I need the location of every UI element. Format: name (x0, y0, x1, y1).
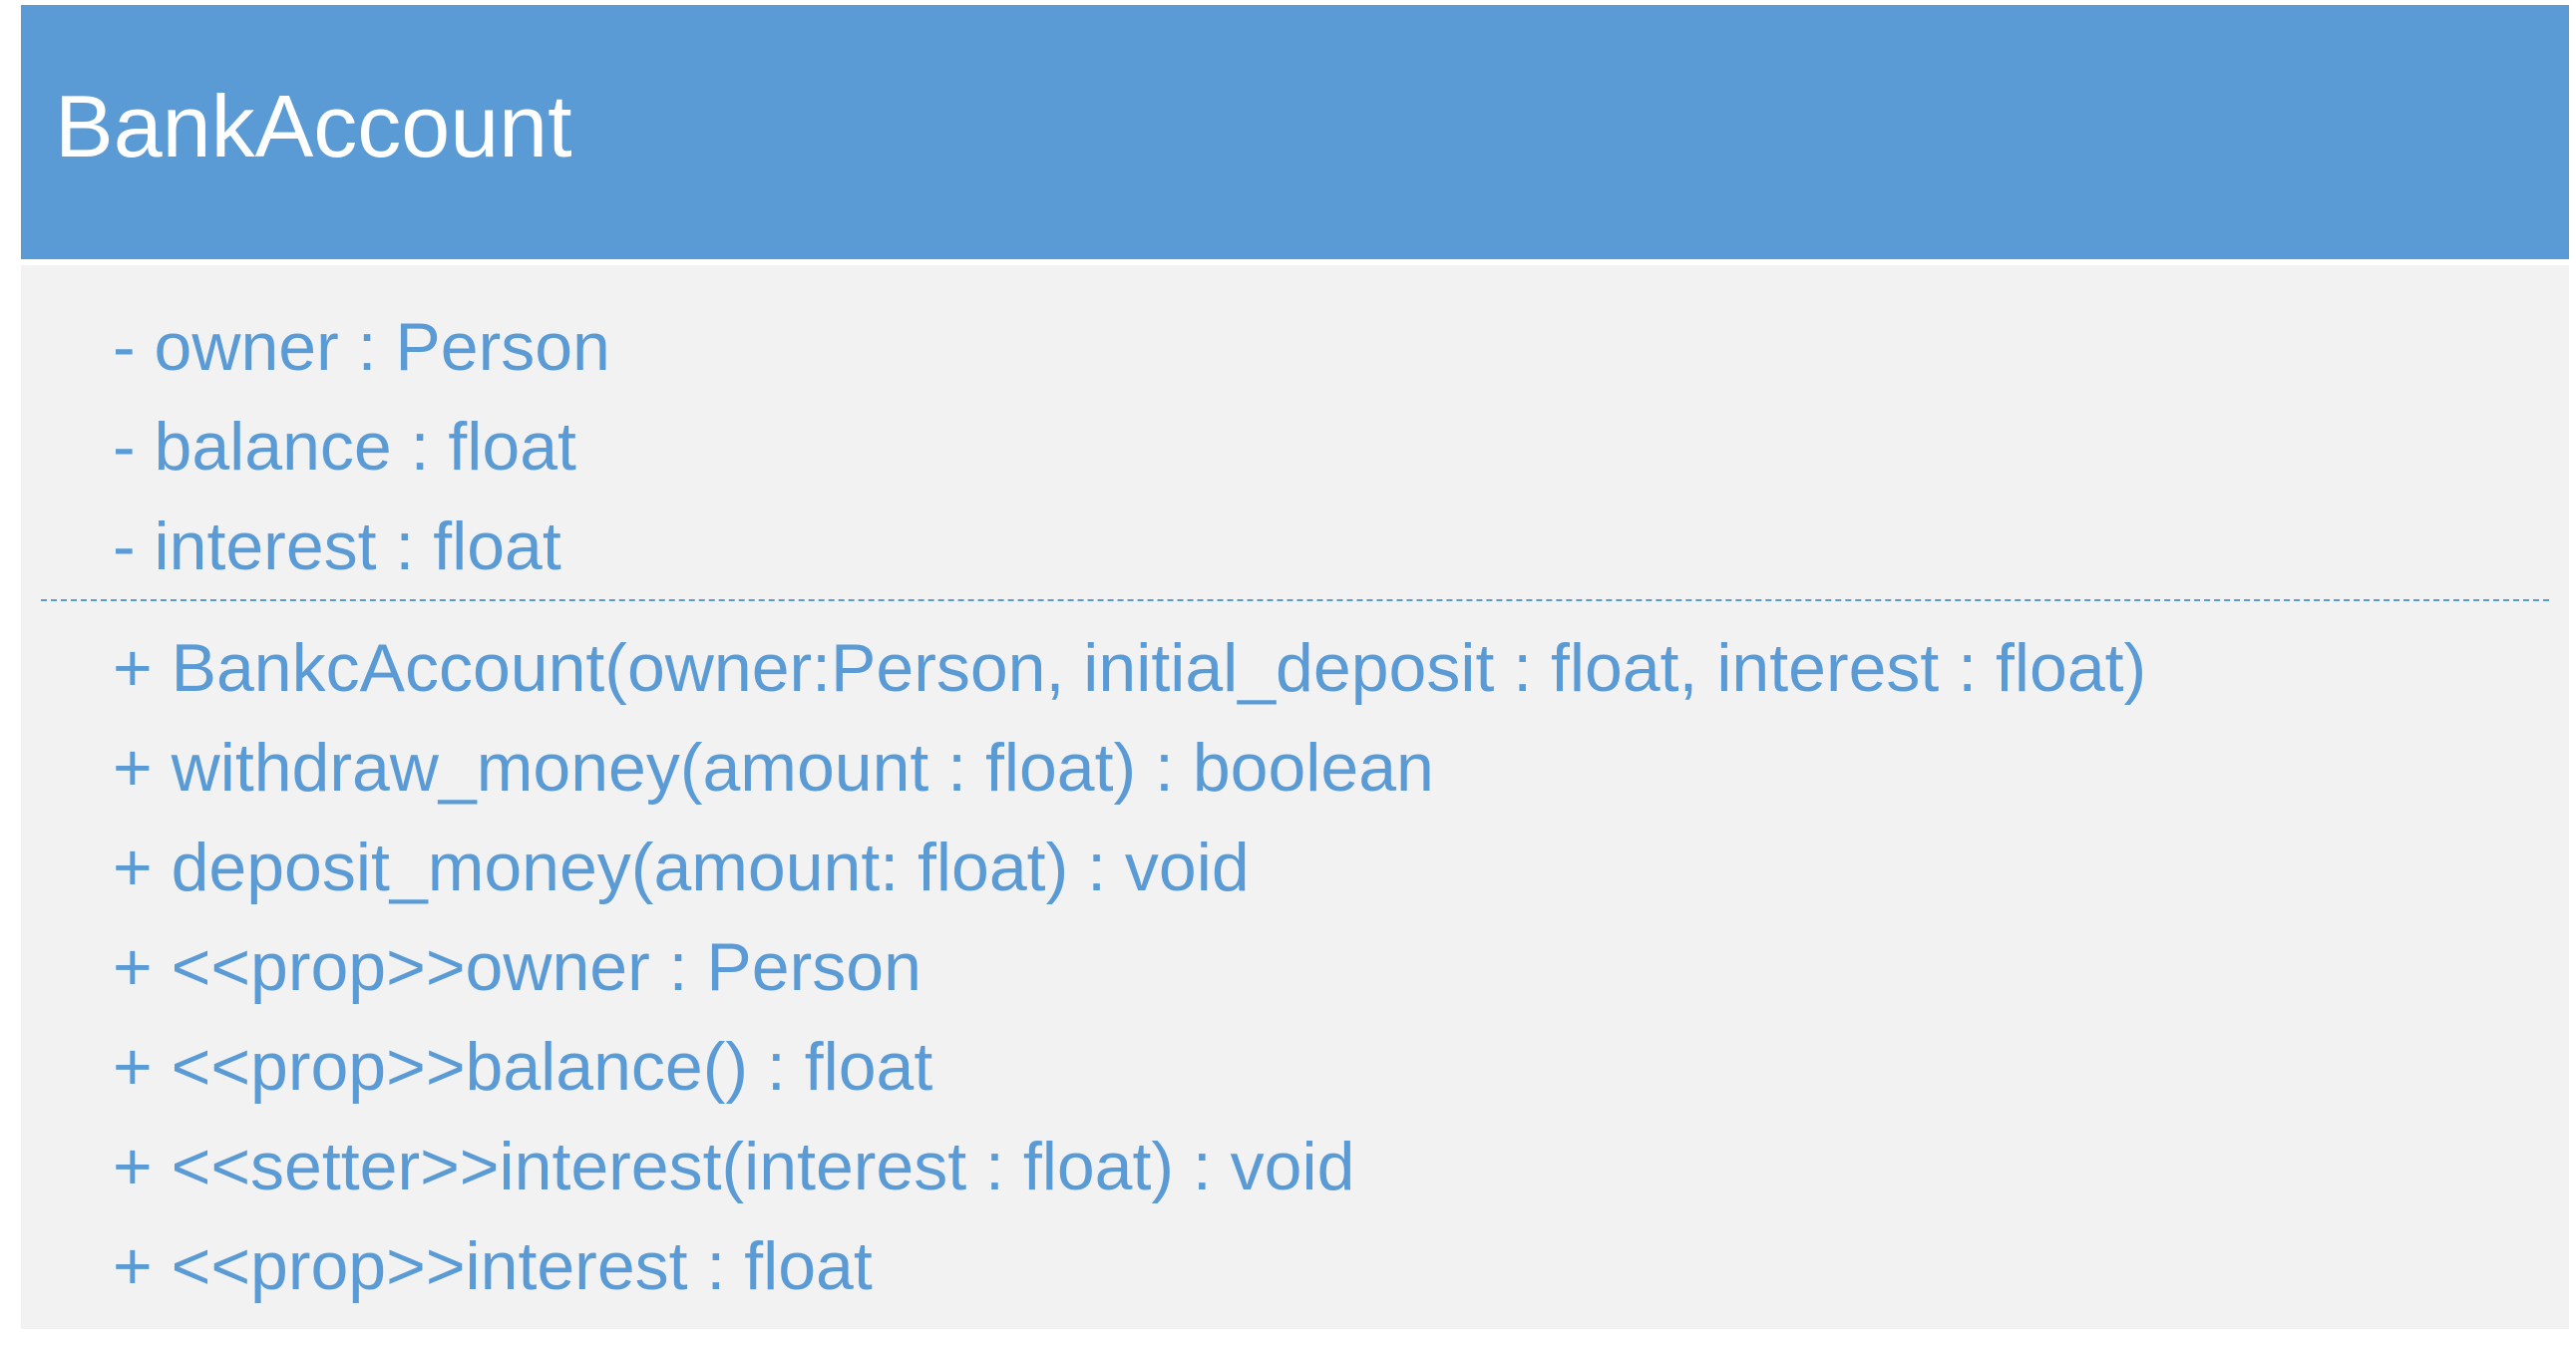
attributes-compartment: - owner : Person - balance : float - int… (113, 297, 610, 596)
operation-prop-owner: + <<prop>>owner : Person (113, 929, 921, 1005)
operation-constructor: + BankcAccount(owner:Person, initial_dep… (113, 630, 2147, 706)
operations-compartment: + BankcAccount(owner:Person, initial_dep… (113, 618, 2146, 1316)
class-header: BankAccount (21, 5, 2569, 259)
operation-deposit-money: + deposit_money(amount: float) : void (113, 830, 1250, 905)
class-name: BankAccount (55, 77, 572, 175)
attribute-balance: - balance : float (113, 409, 576, 485)
operation-prop-interest: + <<prop>>interest : float (113, 1228, 873, 1304)
attribute-owner: - owner : Person (113, 309, 610, 385)
uml-class-bankaccount: BankAccount - owner : Person - balance :… (21, 5, 2569, 1329)
attribute-interest: - interest : float (113, 508, 561, 584)
operation-withdraw-money: + withdraw_money(amount : float) : boole… (113, 730, 1434, 806)
operation-prop-balance: + <<prop>>balance() : float (113, 1029, 933, 1105)
compartment-divider (41, 599, 2549, 601)
class-body: - owner : Person - balance : float - int… (21, 265, 2569, 1329)
operation-setter-interest: + <<setter>>interest(interest : float) :… (113, 1129, 1355, 1204)
